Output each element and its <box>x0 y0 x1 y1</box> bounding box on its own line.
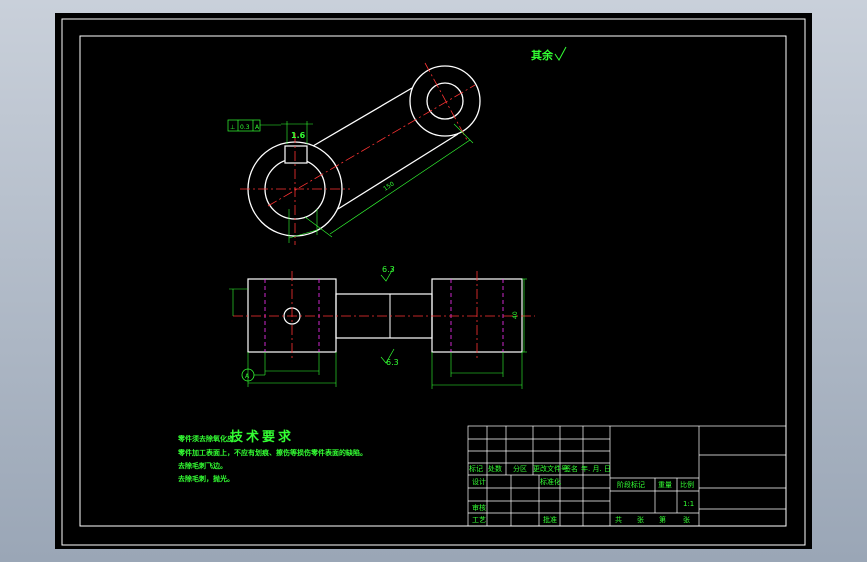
tb-sheet-unit1: 张 <box>637 516 644 524</box>
tb-label-review: 审核 <box>472 504 486 512</box>
tb-label-signature: 签名 <box>564 465 578 473</box>
tb-label-change-doc: 更改文件号 <box>533 465 568 473</box>
roughness-header-text: 其余 <box>531 48 554 62</box>
tb-label-approve: 批准 <box>543 516 557 524</box>
tb-label-scale: 比例 <box>680 481 694 489</box>
svg-text:A: A <box>255 124 260 131</box>
tech-note-1: 零件须去除氧化皮。 <box>178 435 241 443</box>
tb-label-weight: 重量 <box>658 481 672 489</box>
tb-sheet-total: 共 <box>615 516 622 524</box>
datum-label: A <box>245 373 250 380</box>
tb-label-process: 工艺 <box>472 516 486 524</box>
tb-label-mark: 标记 <box>469 465 483 473</box>
tb-scale-value: 1:1 <box>683 500 695 508</box>
tb-label-zone: 分区 <box>513 465 527 473</box>
tb-label-date: 年. 月. 日 <box>581 465 611 473</box>
tolerance-frame: ⊥ 0.3 A <box>227 119 281 132</box>
roughness-symbol-icon <box>554 46 567 61</box>
tb-label-stage: 阶段标记 <box>617 481 645 489</box>
title-block <box>467 425 787 527</box>
top-view: 150 1.6 ⊥ 0.3 A <box>227 62 481 245</box>
tech-note-3: 去除毛刺飞边。 <box>178 462 227 470</box>
thickness-label: 40 <box>512 311 519 319</box>
tb-sheet-unit2: 张 <box>683 516 690 524</box>
tb-label-count: 处数 <box>488 465 502 473</box>
drawing-frame: 其余 150 1.6 ⊥ 0.3 A 6.3 6.3 40 A 标记 处数 分区… <box>55 13 812 549</box>
tb-label-design: 设计 <box>472 478 486 486</box>
svg-text:⊥: ⊥ <box>230 124 235 131</box>
sheet-border-outer <box>61 18 806 546</box>
front-view: 6.3 6.3 40 A <box>229 265 535 389</box>
tb-sheet-current: 第 <box>659 516 666 524</box>
svg-text:0.3: 0.3 <box>240 124 250 131</box>
cad-drawing: 其余 150 1.6 ⊥ 0.3 A 6.3 6.3 40 A <box>61 18 806 546</box>
tech-note-4: 去除毛刺，抛光。 <box>178 475 234 483</box>
tb-label-standardize: 标准化 <box>540 478 561 486</box>
roughness-upper-label: 1.6 <box>291 131 306 140</box>
tech-note-2: 零件加工表面上，不应有划痕、擦伤等损伤零件表面的缺陷。 <box>178 449 367 457</box>
